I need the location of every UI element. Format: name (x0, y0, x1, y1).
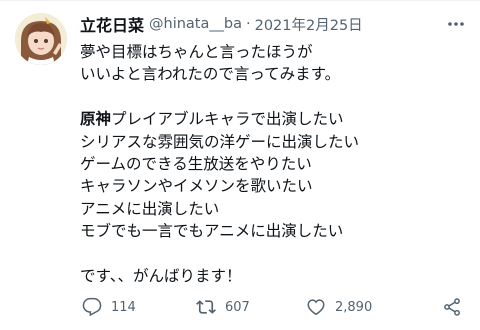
more-horizontal-icon[interactable] (446, 14, 466, 34)
tweet[interactable]: 立花日菜 @hinata__ba · 2021年2月25日 夢や目標はちゃんと言… (0, 0, 480, 330)
tweet-line: モブでも一言でもアニメに出演したい (80, 222, 344, 241)
tweet-line: アニメに出演したい (80, 199, 220, 218)
retweet-button[interactable]: 607 (196, 297, 250, 317)
retweet-icon (196, 297, 216, 317)
like-button[interactable]: 2,890 (306, 297, 372, 317)
heart-icon (306, 297, 326, 317)
reply-icon (82, 297, 102, 317)
tweet-line-rest: プレイアブルキャラで出演したい (111, 110, 344, 129)
avatar-illustration (15, 13, 67, 65)
tweet-line: ゲームのできる生放送をやりたい (80, 154, 312, 173)
username-handle[interactable]: @hinata__ba (149, 16, 242, 32)
display-name[interactable]: 立花日菜 (80, 12, 144, 36)
tweet-line: キャラソンやイメソンを歌いたい (80, 177, 313, 196)
tweet-date[interactable]: 2021年2月25日 (255, 14, 363, 35)
separator-dot: · (245, 16, 251, 32)
share-icon (442, 297, 462, 317)
tweet-line: いいよと言われたので言ってみます。 (80, 65, 341, 84)
tweet-line: 夢や目標はちゃんと言ったほうが (80, 43, 313, 61)
share-button[interactable] (442, 297, 462, 317)
retweet-count: 607 (225, 299, 250, 315)
hashtag-emphasis[interactable]: 原神 (80, 110, 111, 128)
tweet-line: 原神プレイアブルキャラで出演したい (80, 108, 470, 130)
tweet-line: です、、がんばります！ (80, 266, 242, 285)
avatar[interactable] (15, 13, 67, 65)
tweet-header: 立花日菜 @hinata__ba · 2021年2月25日 (80, 13, 363, 35)
action-bar: 114 607 2,890 (0, 291, 480, 323)
tweet-text: 夢や目標はちゃんと言ったほうが いいよと言われたので言ってみます。 原神プレイア… (80, 41, 470, 287)
reply-count: 114 (111, 299, 136, 315)
reply-button[interactable]: 114 (82, 297, 136, 317)
like-count: 2,890 (335, 299, 373, 315)
tweet-line: シリアスな雰囲気の洋ゲーに出演したい (80, 132, 360, 151)
